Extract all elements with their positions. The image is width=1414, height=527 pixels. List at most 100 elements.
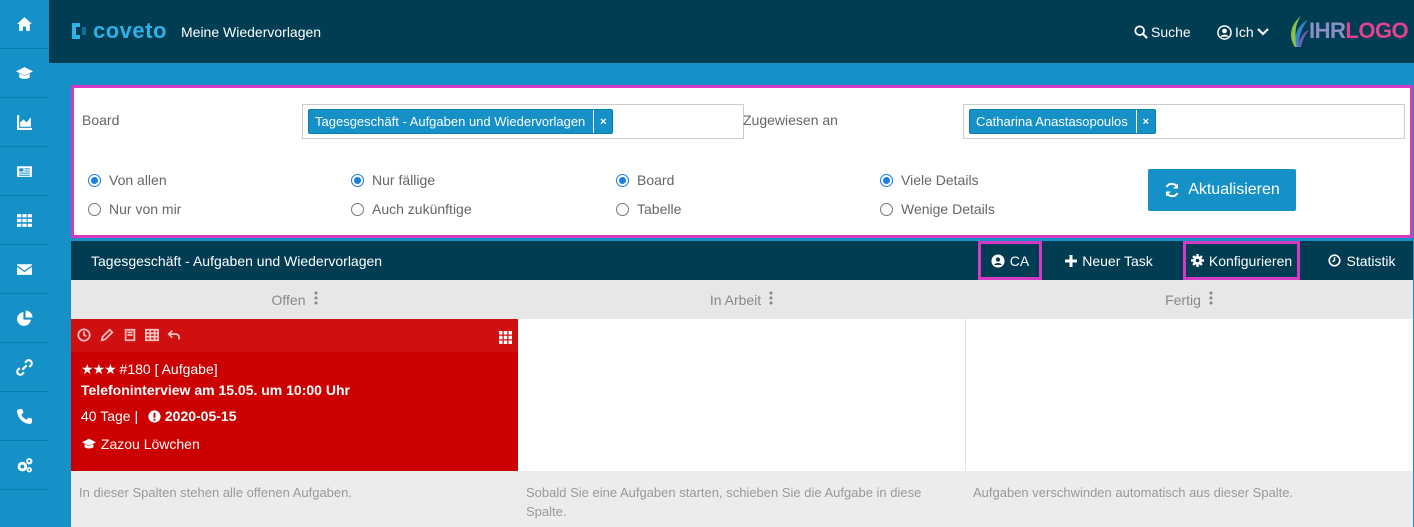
sidebar-item-statistics[interactable]	[0, 294, 49, 343]
page-title: Meine Wiedervorlagen	[181, 24, 322, 40]
task-card[interactable]: ★★★ #180 [ Aufgabe] Telefoninterview am …	[71, 319, 518, 471]
assigned-tag: Catharina Anastasopoulos ×	[969, 109, 1156, 134]
radio-viele-details[interactable]: Viele Details	[880, 172, 979, 188]
radio-label: Tabelle	[637, 201, 682, 217]
brand-text-ihr: IHR	[1309, 18, 1346, 43]
envelope-icon	[17, 263, 32, 275]
search-button[interactable]: Suche	[1134, 24, 1191, 40]
book-icon[interactable]	[123, 328, 137, 342]
app-logo[interactable]: coveto	[69, 18, 167, 44]
configure-label: Konfigurieren	[1208, 252, 1293, 269]
cogs-icon	[17, 457, 33, 472]
column-title: Fertig	[1165, 291, 1201, 308]
plus-icon	[1065, 254, 1078, 267]
board-tag-label: Tagesgeschäft - Aufgaben und Wiedervorla…	[315, 114, 586, 129]
graduation-cap-icon	[82, 438, 96, 449]
column-menu-icon[interactable]	[314, 291, 318, 308]
sidebar-item-mail[interactable]	[0, 245, 49, 294]
card-due: 40 Tage | 2020-05-15	[81, 408, 237, 424]
column-title: In Arbeit	[709, 291, 762, 308]
sidebar-item-grid[interactable]	[0, 196, 49, 245]
column-body-fertig[interactable]	[965, 319, 1413, 471]
board-header: Tagesgeschäft - Aufgaben und Wiedervorla…	[71, 241, 1413, 280]
card-candidate[interactable]: Zazou Löwchen	[81, 436, 200, 452]
column-footer-offen: In dieser Spalten stehen alle offenen Au…	[71, 471, 518, 527]
configure-button[interactable]: Konfigurieren	[1183, 241, 1300, 280]
column-footer-fertig: Aufgaben verschwinden automatisch aus di…	[965, 471, 1413, 527]
statistics-button[interactable]: Statistik	[1319, 241, 1405, 280]
radio-wenige-details[interactable]: Wenige Details	[880, 201, 995, 217]
card-meta: ★★★ #180 [ Aufgabe]	[81, 361, 218, 378]
link-icon	[16, 358, 33, 376]
assigned-tag-remove-button[interactable]: ×	[1135, 110, 1155, 133]
sidebar-item-news[interactable]	[0, 147, 49, 196]
reply-icon[interactable]	[167, 328, 181, 342]
chart-icon	[17, 114, 32, 130]
priority-stars: ★★★	[81, 361, 117, 377]
radio-auch-zukuenftige[interactable]: Auch zukünftige	[351, 201, 472, 217]
logo-text: coveto	[93, 18, 167, 43]
column-body-in-arbeit[interactable]	[518, 319, 965, 471]
card-due-date: 2020-05-15	[164, 408, 237, 424]
exclamation-circle-icon	[148, 410, 161, 423]
radio-board[interactable]: Board	[616, 172, 674, 188]
chevron-down-icon	[1256, 28, 1269, 36]
topbar: coveto Meine Wiedervorlagen Suche Ich IH…	[49, 0, 1414, 63]
column-menu-icon[interactable]	[769, 291, 773, 308]
board-label: Board	[82, 112, 120, 128]
coveto-logo-icon	[72, 23, 86, 39]
brand-text-logo: LOGO	[1345, 18, 1409, 43]
ca-filter-button[interactable]: CA	[978, 241, 1042, 280]
radio-tabelle[interactable]: Tabelle	[616, 201, 681, 217]
radio-nur-faellige[interactable]: Nur fällige	[351, 172, 435, 188]
sidebar-item-home[interactable]	[0, 0, 49, 49]
pencil-icon[interactable]	[100, 328, 114, 342]
sidebar-item-phone[interactable]	[0, 392, 49, 441]
brand-logo: IHR LOGO	[1287, 14, 1409, 48]
column-menu-icon[interactable]	[1209, 291, 1213, 308]
leaf-logo-icon	[1291, 16, 1309, 47]
graduation-cap-icon	[16, 66, 33, 79]
sidebar	[0, 0, 49, 527]
new-task-button[interactable]: Neuer Task	[1055, 241, 1163, 280]
column-header-in-arbeit: In Arbeit	[518, 280, 965, 319]
user-circle-icon	[1217, 24, 1232, 40]
clock-icon[interactable]	[77, 328, 91, 342]
statistics-label: Statistik	[1346, 252, 1396, 269]
radio-nur-von-mir[interactable]: Nur von mir	[88, 201, 181, 217]
card-toolbar	[71, 319, 518, 352]
refresh-icon	[1165, 182, 1179, 198]
sidebar-item-links[interactable]	[0, 343, 49, 392]
phone-icon	[17, 408, 32, 424]
assigned-label: Zugewiesen an	[743, 112, 838, 128]
radio-label: Wenige Details	[901, 201, 995, 217]
board-tag-remove-button[interactable]: ×	[593, 110, 612, 133]
column-divider	[965, 319, 966, 471]
search-label: Suche	[1151, 24, 1191, 40]
new-task-label: Neuer Task	[1082, 252, 1153, 269]
radio-label: Nur von mir	[109, 201, 182, 217]
filter-panel: Board Tagesgeschäft - Aufgaben und Wiede…	[71, 85, 1413, 238]
table-icon[interactable]	[145, 328, 159, 342]
radio-von-allen[interactable]: Von allen	[88, 172, 167, 188]
sidebar-item-reports[interactable]	[0, 98, 49, 147]
assigned-select[interactable]: Catharina Anastasopoulos ×	[963, 104, 1405, 139]
radio-label: Viele Details	[901, 172, 979, 188]
board-title: Tagesgeschäft - Aufgaben und Wiedervorla…	[91, 253, 383, 269]
board-tag: Tagesgeschäft - Aufgaben und Wiedervorla…	[308, 109, 614, 134]
user-menu[interactable]: Ich	[1217, 24, 1269, 40]
column-footer-in-arbeit: Sobald Sie eine Aufgaben starten, schieb…	[518, 471, 965, 527]
radio-label: Von allen	[109, 172, 167, 188]
card-days: 40 Tage |	[81, 408, 139, 424]
ca-label: CA	[1009, 252, 1030, 269]
pie-chart-icon	[17, 310, 33, 326]
sidebar-item-education[interactable]	[0, 49, 49, 98]
card-id-type: #180 [ Aufgabe]	[119, 361, 218, 377]
candidate-name: Zazou Löwchen	[100, 436, 200, 452]
radio-label: Board	[637, 172, 675, 188]
refresh-button[interactable]: Aktualisieren	[1148, 169, 1296, 211]
sidebar-item-settings[interactable]	[0, 441, 49, 490]
grid-icon[interactable]	[499, 331, 512, 349]
board-select[interactable]: Tagesgeschäft - Aufgaben und Wiedervorla…	[302, 104, 744, 139]
radio-label: Auch zukünftige	[372, 201, 472, 217]
